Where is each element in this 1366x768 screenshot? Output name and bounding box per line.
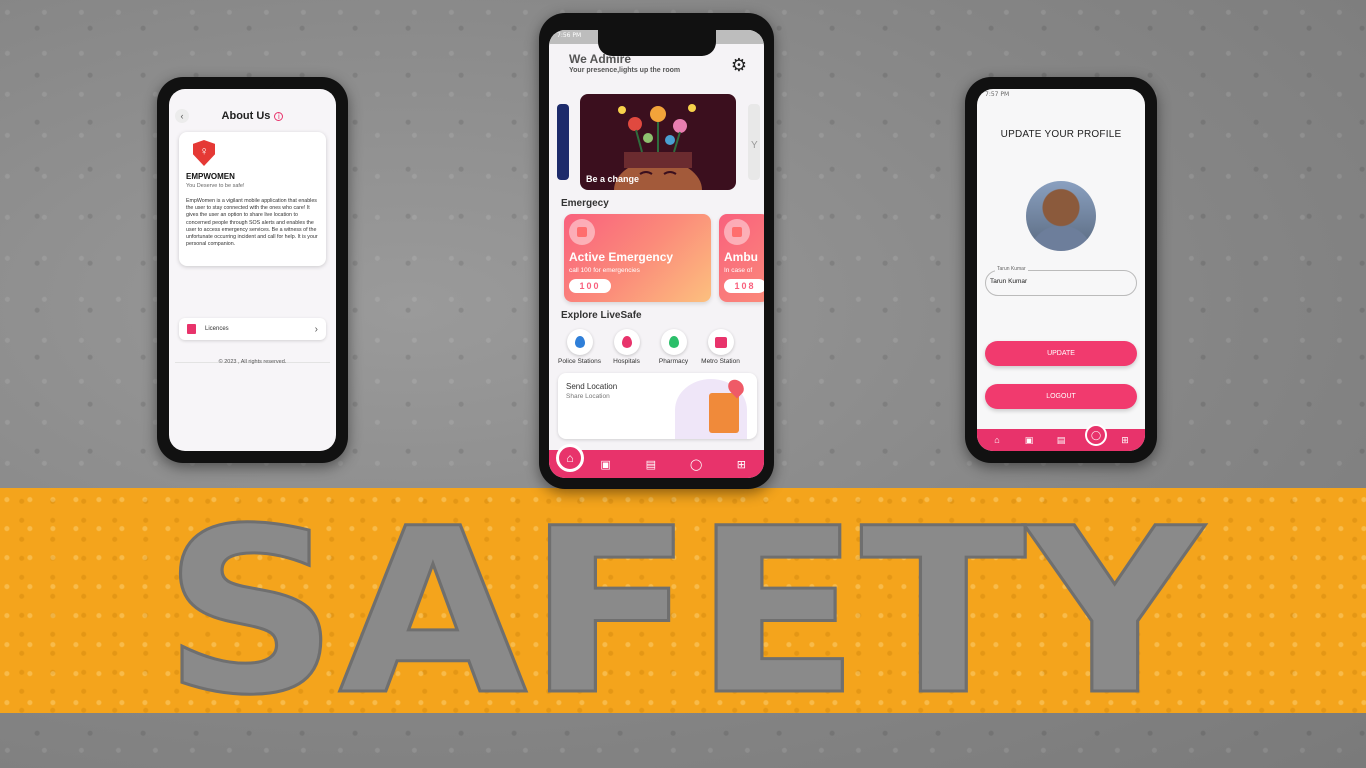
carousel-main-card[interactable]: Be a change [580, 94, 736, 190]
carousel-next-card[interactable]: Y [748, 104, 760, 180]
explore-label: Metro Station [701, 358, 740, 365]
phone-notch [1013, 77, 1083, 88]
greeting-subtitle: Your presence,lights up the room [569, 67, 681, 74]
send-location-subtitle: Share Location [566, 393, 610, 400]
about-header: ‹ About Us i [169, 105, 336, 127]
emergency-card-ambulance[interactable]: Ambu In case of 108 [719, 214, 764, 302]
emergency-number[interactable]: 108 [724, 279, 764, 293]
emergency-cards: Active Emergency call 100 for emergencie… [549, 214, 764, 306]
app-tagline: You Deserve to be safe! [186, 183, 245, 189]
emergency-heading: Emergecy [561, 198, 609, 209]
quote-carousel[interactable]: Be a change Y [549, 94, 764, 190]
page-title: UPDATE YOUR PROFILE [1000, 129, 1122, 140]
door-illustration [709, 393, 739, 433]
chat-icon[interactable]: ▤ [1052, 435, 1070, 446]
app-description: EmpWomen is a vigilant mobile applicatio… [186, 198, 318, 248]
page-title: About Us [221, 110, 271, 122]
explore-item-pharmacy[interactable]: Pharmacy [650, 329, 697, 365]
name-field-label: Tarun Kumar [995, 266, 1028, 272]
about-screen: ‹ About Us i ♀ EMPWOMEN You Deserve to b… [169, 89, 336, 451]
alarm-icon [569, 219, 595, 245]
status-time: 7:56 PM [557, 32, 582, 39]
profile-icon[interactable]: ◯ [1085, 424, 1107, 446]
police-pin-icon [566, 329, 593, 355]
name-field-value: Tarun Kumar [990, 278, 1028, 285]
gear-icon[interactable]: ⚙ [731, 55, 747, 76]
explore-heading: Explore LiveSafe [561, 310, 642, 321]
phone-home: 7:56 PM We Admire Your presence,lights u… [539, 13, 774, 489]
logout-button[interactable]: LOGOUT [985, 384, 1137, 409]
explore-list: Police Stations Hospitals Pharmacy Metro… [549, 329, 764, 365]
app-logo-shield-icon: ♀ [193, 140, 215, 166]
copyright-text: © 2023 , All rights reserved. [218, 359, 287, 365]
send-location-title: Send Location [566, 382, 618, 391]
safety-banner-word: SAFETY [162, 488, 1208, 713]
phone-notch [205, 77, 275, 88]
explore-label: Police Stations [558, 358, 601, 365]
status-bar [169, 89, 336, 101]
copyright-footer: © 2023 , All rights reserved. [175, 359, 330, 365]
carousel-next-peek: Y [751, 140, 758, 151]
phone-about-us: ‹ About Us i ♀ EMPWOMEN You Deserve to b… [157, 77, 348, 463]
status-bar: 7:57 PM [977, 89, 1145, 101]
ambulance-icon [724, 219, 750, 245]
pharmacy-pin-icon [660, 329, 687, 355]
contacts-card-icon[interactable]: ▣ [597, 458, 615, 471]
explore-label: Pharmacy [658, 358, 689, 365]
app-name: EMPWOMEN [186, 172, 235, 181]
metro-icon [707, 329, 734, 355]
phone-profile: 7:57 PM UPDATE YOUR PROFILE Tarun Kumar … [965, 77, 1157, 463]
emergency-title: Ambu [724, 250, 758, 264]
profile-icon[interactable]: ◯ [687, 458, 705, 471]
back-button[interactable]: ‹ [175, 109, 189, 123]
info-icon: i [274, 111, 284, 121]
explore-item-hospitals[interactable]: Hospitals [603, 329, 650, 365]
home-icon[interactable]: ⌂ [556, 444, 584, 472]
carousel-prev-card[interactable] [557, 104, 569, 180]
explore-item-police[interactable]: Police Stations [556, 329, 603, 365]
bottom-nav: ⌂ ▣ ▤ · ⊞ [977, 429, 1145, 451]
status-time: 7:57 PM [985, 91, 1010, 98]
emergency-number[interactable]: 100 [569, 279, 611, 293]
phone-notch [598, 26, 716, 56]
update-button[interactable]: UPDATE [985, 341, 1137, 366]
name-field[interactable]: Tarun Kumar Tarun Kumar [985, 266, 1137, 296]
licences-label: Licences [205, 326, 229, 332]
add-contact-icon[interactable]: ⊞ [732, 458, 750, 471]
safety-banner-text: SAFETY [163, 488, 1206, 713]
emergency-subtitle: In case of [724, 267, 753, 274]
explore-label: Hospitals [613, 358, 640, 365]
emergency-subtitle: call 100 for emergencies [569, 267, 640, 274]
hospital-pin-icon [613, 329, 640, 355]
contacts-card-icon[interactable]: ▣ [1020, 435, 1038, 446]
emergency-card-active[interactable]: Active Emergency call 100 for emergencie… [564, 214, 711, 302]
about-card: ♀ EMPWOMEN You Deserve to be safe! EmpWo… [179, 132, 326, 266]
licences-row[interactable]: Licences › [179, 318, 326, 340]
document-icon [187, 324, 196, 334]
chevron-right-icon: › [314, 323, 318, 335]
explore-item-metro[interactable]: Metro Station [697, 329, 744, 365]
carousel-caption: Be a change [586, 174, 640, 184]
send-location-card[interactable]: Send Location Share Location [558, 373, 757, 439]
add-contact-icon[interactable]: ⊞ [1116, 435, 1134, 446]
chat-icon[interactable]: ▤ [642, 458, 660, 471]
home-icon[interactable]: ⌂ [988, 435, 1006, 445]
home-screen: 7:56 PM We Admire Your presence,lights u… [549, 30, 764, 478]
avatar[interactable] [1026, 181, 1096, 251]
emergency-title: Active Emergency [569, 250, 674, 264]
profile-screen: 7:57 PM UPDATE YOUR PROFILE Tarun Kumar … [977, 89, 1145, 451]
